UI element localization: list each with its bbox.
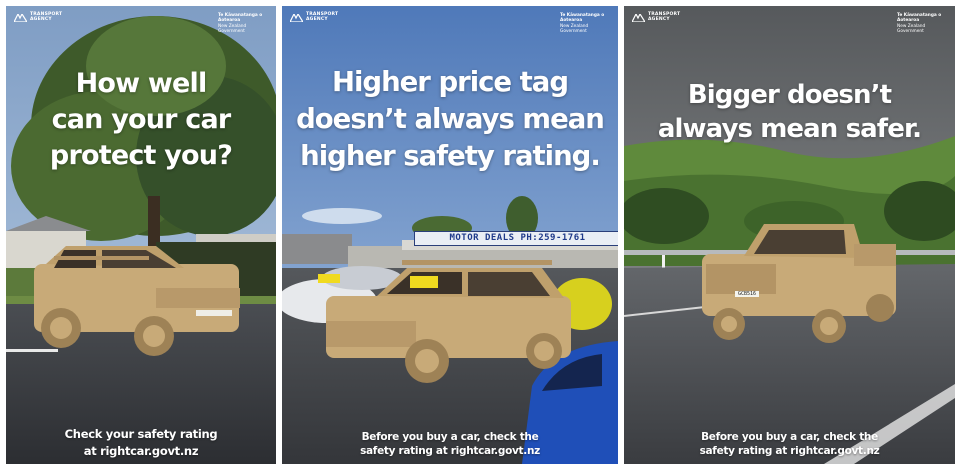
footer-line: safety rating at rightcar.govt.nz [699, 445, 880, 457]
poster-3-photo [624, 6, 955, 464]
transport-agency-logo: TRANSPORT AGENCY [290, 12, 338, 22]
transport-agency-logo: TRANSPORT AGENCY [14, 12, 62, 22]
license-plate: GCB516 [735, 291, 759, 297]
gov-line-1: Te Kāwanatanga o Aotearoa [897, 13, 942, 24]
dealer-sign: MOTOR DEALS PH:259-1761 [414, 231, 618, 246]
gov-line-2: New Zealand Government [897, 23, 926, 35]
gov-line-2: New Zealand Government [218, 23, 247, 35]
poster-check-safety-rating: TRANSPORT AGENCY Te Kāwanatanga o Aotearo… [6, 6, 276, 464]
logo-line-2: AGENCY [30, 16, 52, 22]
footer-line: at rightcar.govt.nz [83, 444, 199, 458]
gov-line-1: Te Kāwanatanga o Aotearoa [560, 13, 605, 24]
agency-logo-icon [290, 13, 303, 22]
headline-line: Bigger doesn’t [687, 80, 892, 110]
poster-footer: Check your safety rating at rightcar.gov… [6, 426, 276, 460]
headline-line: higher safety rating. [300, 140, 601, 172]
poster-footer: Before you buy a car, check the safety r… [624, 430, 955, 458]
headline-line: always mean safer. [657, 114, 922, 144]
poster-headline: How well can your car protect you? [6, 66, 276, 174]
agency-logo-icon [632, 13, 645, 22]
headline-line: Higher price tag [331, 66, 569, 98]
poster-higher-price-tag: TRANSPORT AGENCY Te Kāwanatanga o Aotearo… [282, 6, 618, 464]
gov-line-1: Te Kāwanatanga o Aotearoa [218, 13, 263, 24]
poster-headline: Bigger doesn’t always mean safer. [624, 78, 955, 146]
poster-bigger-not-safer: GCB516 TRANSPORT AGENCY Te Kāwanatanga o … [624, 6, 955, 464]
footer-line: safety rating at rightcar.govt.nz [360, 445, 540, 457]
headline-line: How well [75, 68, 208, 99]
government-lockup: Te Kāwanatanga o Aotearoa New Zealand Go… [218, 13, 268, 34]
government-lockup: Te Kāwanatanga o Aotearoa New Zealand Go… [560, 13, 610, 34]
logo-line-2: AGENCY [306, 16, 328, 22]
headline-line: can your car [51, 104, 232, 135]
poster-footer: Before you buy a car, check the safety r… [282, 430, 618, 458]
transport-agency-logo: TRANSPORT AGENCY [632, 12, 680, 22]
logo-line-2: AGENCY [648, 16, 670, 22]
headline-line: protect you? [49, 140, 233, 171]
headline-line: doesn’t always mean [296, 103, 605, 135]
poster-headline: Higher price tag doesn’t always mean hig… [282, 64, 618, 175]
footer-line: Check your safety rating [64, 427, 218, 441]
footer-line: Before you buy a car, check the [701, 431, 878, 443]
footer-line: Before you buy a car, check the [361, 431, 539, 443]
agency-logo-icon [14, 13, 27, 22]
government-lockup: Te Kāwanatanga o Aotearoa New Zealand Go… [897, 13, 947, 34]
gov-line-2: New Zealand Government [560, 23, 589, 35]
